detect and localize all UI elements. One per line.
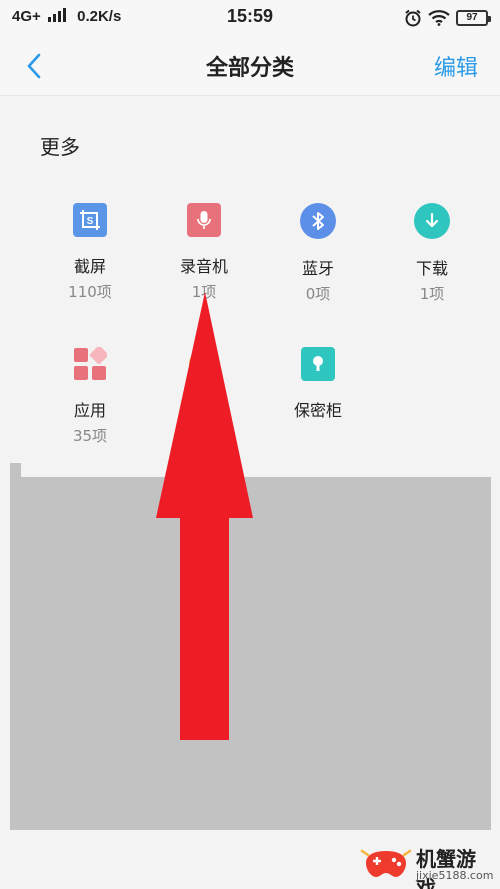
svg-text:S: S: [87, 216, 94, 227]
edit-button[interactable]: 编辑: [434, 50, 478, 82]
status-bar: 4G+ 0.2K/s 15:59 97: [0, 0, 500, 36]
category-name: 截屏: [73, 257, 106, 276]
apps-icon: [73, 347, 107, 381]
category-name: 保密柜: [293, 401, 342, 420]
category-bluetooth[interactable]: 蓝牙 0项: [263, 203, 373, 304]
category-count: 35项: [72, 427, 108, 445]
watermark-url: jixie5188.com: [416, 869, 494, 882]
category-apps[interactable]: 应用 35项: [35, 347, 145, 446]
category-safe[interactable]: 保密柜: [263, 347, 373, 421]
category-name: 蓝牙: [301, 259, 334, 278]
section-title-more: 更多: [40, 135, 80, 159]
category-name: 录音机: [179, 257, 228, 276]
battery-icon: 97: [456, 10, 491, 26]
bluetooth-icon: [300, 203, 336, 239]
watermark: 机蟹游戏 jixie5188.com: [358, 837, 494, 889]
category-screenshot[interactable]: S 截屏 110项: [35, 203, 145, 302]
category-recorder[interactable]: 录音机 1项: [149, 203, 259, 302]
download-icon: [414, 203, 450, 239]
wifi-icon: [428, 10, 450, 26]
gamepad-logo-icon: [360, 849, 412, 877]
status-right: 97: [404, 8, 491, 28]
watermark-brand: 机蟹游戏: [416, 847, 476, 889]
category-count: 110项: [68, 283, 112, 301]
red-arrow-up-icon: [156, 292, 253, 740]
microphone-icon: [187, 203, 221, 237]
alarm-icon: [405, 9, 421, 27]
category-count: 1项: [419, 285, 445, 303]
category-download[interactable]: 下载 1项: [377, 203, 487, 304]
page-title: 全部分类: [205, 56, 294, 81]
safe-icon: [301, 347, 335, 381]
screenshot-icon: S: [73, 203, 107, 237]
nav-bar: 全部分类 编辑: [0, 36, 500, 96]
category-count: 0项: [305, 285, 331, 303]
category-name: 应用: [73, 401, 106, 420]
category-name: 下载: [415, 259, 448, 278]
